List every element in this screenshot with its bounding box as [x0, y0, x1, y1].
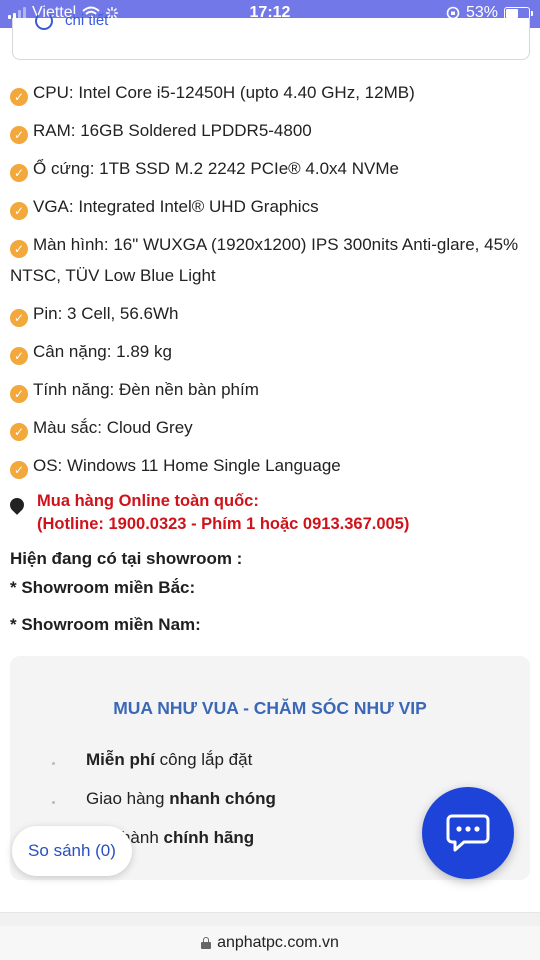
- showroom-north: * Showroom miền Bắc:: [10, 578, 196, 597]
- spec-text: OS: Windows 11 Home Single Language: [33, 456, 341, 475]
- top-card: chi tiết: [12, 12, 530, 60]
- check-icon: ✓: [10, 88, 28, 106]
- spec-text: CPU: Intel Core i5-12450H (upto 4.40 GHz…: [33, 83, 415, 102]
- online-order-title: Mua hàng Online toàn quốc:: [37, 492, 259, 510]
- spec-item: ✓ Cân nặng: 1.89 kg: [10, 336, 530, 367]
- promo-text: Giao hàng: [86, 789, 170, 808]
- spec-item: ✓ OS: Windows 11 Home Single Language: [10, 450, 530, 481]
- detail-link[interactable]: chi tiết: [65, 12, 108, 29]
- compare-button[interactable]: So sánh (0): [12, 826, 132, 876]
- url-text: anphatpc.com.vn: [217, 934, 339, 951]
- spec-item: ✓ Pin: 3 Cell, 56.6Wh: [10, 298, 530, 329]
- hotline-text[interactable]: (Hotline: 1900.0323 - Phím 1 hoặc 0913.3…: [37, 513, 530, 536]
- check-icon: ✓: [10, 347, 28, 365]
- hotline-block: Mua hàng Online toàn quốc: (Hotline: 190…: [37, 490, 530, 536]
- spec-text: Tính năng: Đèn nền bàn phím: [33, 380, 259, 399]
- check-icon: ✓: [10, 164, 28, 182]
- spec-text: Ổ cứng: 1TB SSD M.2 2242 PCIe® 4.0x4 NVM…: [33, 159, 399, 178]
- lock-icon: [201, 937, 212, 949]
- promo-bold: chính hãng: [163, 828, 255, 847]
- bullet-icon: [52, 762, 55, 765]
- online-order: Mua hàng Online toàn quốc: (Hotline: 190…: [7, 490, 530, 536]
- spec-text: Màn hình: 16" WUXGA (1920x1200) IPS 300n…: [10, 235, 519, 285]
- spec-item: ✓ Màn hình: 16" WUXGA (1920x1200) IPS 300…: [10, 229, 530, 291]
- check-icon: ✓: [10, 126, 28, 144]
- check-icon: ✓: [10, 461, 28, 479]
- spec-item: ✓ VGA: Integrated Intel® UHD Graphics: [10, 191, 530, 222]
- detail-icon: [35, 12, 53, 30]
- check-icon: ✓: [10, 240, 28, 258]
- page-bottom-strip: [0, 912, 540, 926]
- promo-bold: nhanh chóng: [169, 789, 276, 808]
- promo-title: MUA NHƯ VUA - CHĂM SÓC NHƯ VIP: [113, 698, 427, 718]
- spec-text: Pin: 3 Cell, 56.6Wh: [33, 304, 179, 323]
- showroom-south: * Showroom miền Nam:: [10, 615, 201, 634]
- spec-item: ✓ Tính năng: Đèn nền bàn phím: [10, 374, 530, 405]
- promo-text: công lắp đặt: [154, 750, 253, 769]
- check-icon: ✓: [10, 309, 28, 327]
- bullet-icon: [52, 801, 55, 804]
- promo-line-delivery: Giao hàng nhanh chóng: [86, 789, 276, 809]
- spec-text: Màu sắc: Cloud Grey: [33, 418, 193, 437]
- spec-item: ✓ Ổ cứng: 1TB SSD M.2 2242 PCIe® 4.0x4 NV…: [10, 153, 530, 184]
- spec-item: ✓ RAM: 16GB Soldered LPDDR5-4800: [10, 115, 530, 146]
- check-icon: ✓: [10, 385, 28, 403]
- spec-item: ✓ Màu sắc: Cloud Grey: [10, 412, 530, 443]
- promo-bold: Miễn phí: [86, 750, 155, 769]
- chat-button[interactable]: [422, 787, 514, 879]
- spec-text: VGA: Integrated Intel® UHD Graphics: [33, 197, 319, 216]
- address-bar[interactable]: anphatpc.com.vn: [0, 926, 540, 960]
- check-icon: ✓: [10, 202, 28, 220]
- promo-line-install: Miễn phí công lắp đặt: [86, 750, 252, 770]
- spec-text: Cân nặng: 1.89 kg: [33, 342, 172, 361]
- chat-icon: [446, 814, 490, 852]
- spec-item: ✓ CPU: Intel Core i5-12450H (upto 4.40 GH…: [10, 77, 530, 108]
- check-icon: ✓: [10, 423, 28, 441]
- spec-list: ✓ CPU: Intel Core i5-12450H (upto 4.40 GH…: [10, 77, 530, 488]
- location-pin-icon: [7, 495, 27, 515]
- spec-text: RAM: 16GB Soldered LPDDR5-4800: [33, 121, 312, 140]
- showroom-heading: Hiện đang có tại showroom :: [10, 549, 243, 568]
